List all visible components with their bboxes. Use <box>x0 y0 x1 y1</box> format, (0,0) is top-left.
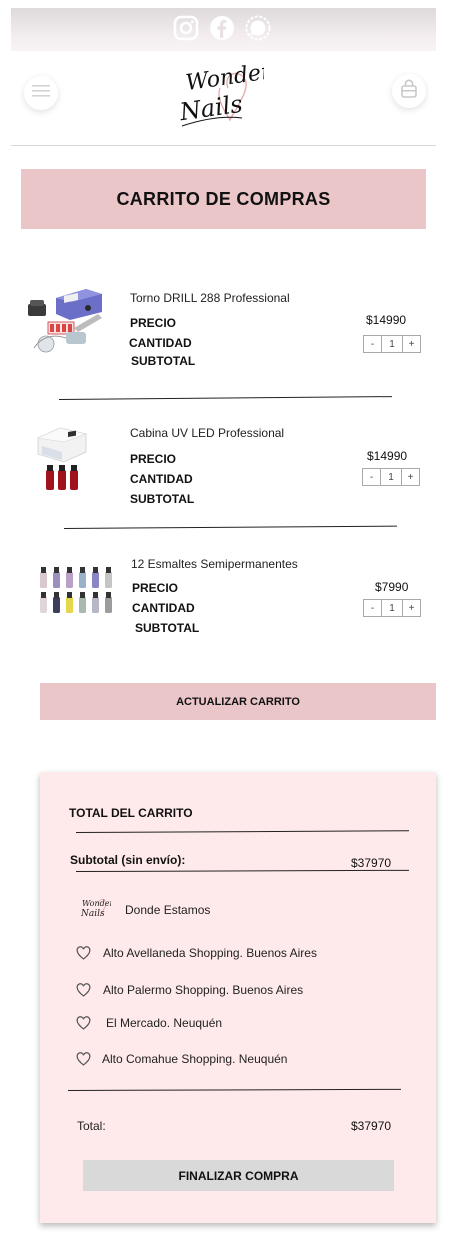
store-name: Alto Palermo Shopping. Buenos Aires <box>103 983 304 997</box>
hamburger-icon <box>32 84 50 103</box>
cart-total-card <box>40 772 436 1223</box>
increment-button[interactable]: + <box>403 336 420 352</box>
facebook-icon[interactable] <box>208 14 236 42</box>
checkout-button[interactable]: FINALIZAR COMPRA <box>83 1160 394 1191</box>
cart-button[interactable] <box>392 74 426 108</box>
total-label: Total: <box>77 1119 106 1133</box>
divider <box>58 396 392 400</box>
logo-line1: Wonder <box>184 59 264 96</box>
product-price: $14990 <box>366 313 407 327</box>
cart-total-title: TOTAL DEL CARRITO <box>69 806 193 820</box>
decrement-button[interactable]: - <box>363 469 380 485</box>
store-name: Alto Comahue Shopping. Neuquén <box>102 1052 288 1066</box>
price-label: PRECIO <box>132 581 179 595</box>
subtotal-label: SUBTOTAL <box>130 492 195 506</box>
quantity-label: CANTIDAD <box>132 601 195 615</box>
stores-title: Donde Estamos <box>125 903 211 917</box>
quantity-label: CANTIDAD <box>130 472 193 486</box>
shopping-bag-icon <box>400 79 418 104</box>
social-links <box>172 14 272 42</box>
quantity-value[interactable]: 1 <box>381 600 403 616</box>
signal-icon[interactable] <box>244 14 272 42</box>
small-logo-line1: Wonder <box>82 899 111 908</box>
store-name: El Mercado. Neuquén <box>106 1016 223 1030</box>
product-price: $14990 <box>367 449 408 463</box>
instagram-icon[interactable] <box>172 14 200 42</box>
small-logo-line2: Nails <box>80 909 105 919</box>
store-item[interactable]: Alto Palermo Shopping. Buenos Aires <box>76 983 303 997</box>
increment-button[interactable]: + <box>402 469 419 485</box>
quantity-stepper: - 1 + <box>363 599 421 617</box>
price-label: PRECIO <box>130 452 177 466</box>
store-item[interactable]: Alto Avellaneda Shopping. Buenos Aires <box>76 946 317 960</box>
total-value: $37970 <box>351 1119 392 1133</box>
subtotal-label: SUBTOTAL <box>131 354 196 368</box>
subtotal-label: SUBTOTAL <box>135 621 200 635</box>
quantity-value[interactable]: 1 <box>381 336 403 352</box>
small-logo: Wonder Nails <box>79 894 115 926</box>
header-divider <box>11 145 436 146</box>
product-price: $7990 <box>375 580 409 594</box>
subtotal-value: $37970 <box>351 856 392 870</box>
store-item[interactable]: Alto Comahue Shopping. Neuquén <box>76 1052 287 1066</box>
quantity-label: CANTIDAD <box>129 336 192 350</box>
decrement-button[interactable]: - <box>364 336 381 352</box>
heart-icon <box>76 1016 91 1030</box>
quantity-value[interactable]: 1 <box>380 469 402 485</box>
product-image-uv-cabin[interactable] <box>34 424 90 494</box>
price-label: PRECIO <box>130 316 177 330</box>
product-image-nail-polish[interactable] <box>38 564 114 616</box>
heart-icon <box>76 1052 91 1066</box>
page-title-box: CARRITO DE COMPRAS <box>21 169 426 229</box>
page-title: CARRITO DE COMPRAS <box>116 188 331 209</box>
heart-icon <box>76 983 91 997</box>
product-name[interactable]: 12 Esmaltes Semipermanentes <box>131 557 298 571</box>
store-name: Alto Avellaneda Shopping. Buenos Aires <box>103 946 317 960</box>
quantity-stepper: - 1 + <box>362 468 420 486</box>
product-image-drill[interactable] <box>26 286 118 358</box>
heart-icon <box>76 946 91 960</box>
menu-button[interactable] <box>24 76 58 110</box>
quantity-stepper: - 1 + <box>363 335 421 353</box>
decrement-button[interactable]: - <box>364 600 381 616</box>
product-name[interactable]: Torno DRILL 288 Professional <box>130 291 290 305</box>
divider <box>63 525 397 529</box>
store-item[interactable]: El Mercado. Neuquén <box>76 1016 222 1030</box>
product-name[interactable]: Cabina UV LED Professional <box>130 426 284 440</box>
subtotal-label: Subtotal (sin envío): <box>70 853 186 867</box>
increment-button[interactable]: + <box>403 600 420 616</box>
logo[interactable]: Wonder Nails <box>176 58 274 136</box>
update-cart-button[interactable]: ACTUALIZAR CARRITO <box>40 683 436 720</box>
